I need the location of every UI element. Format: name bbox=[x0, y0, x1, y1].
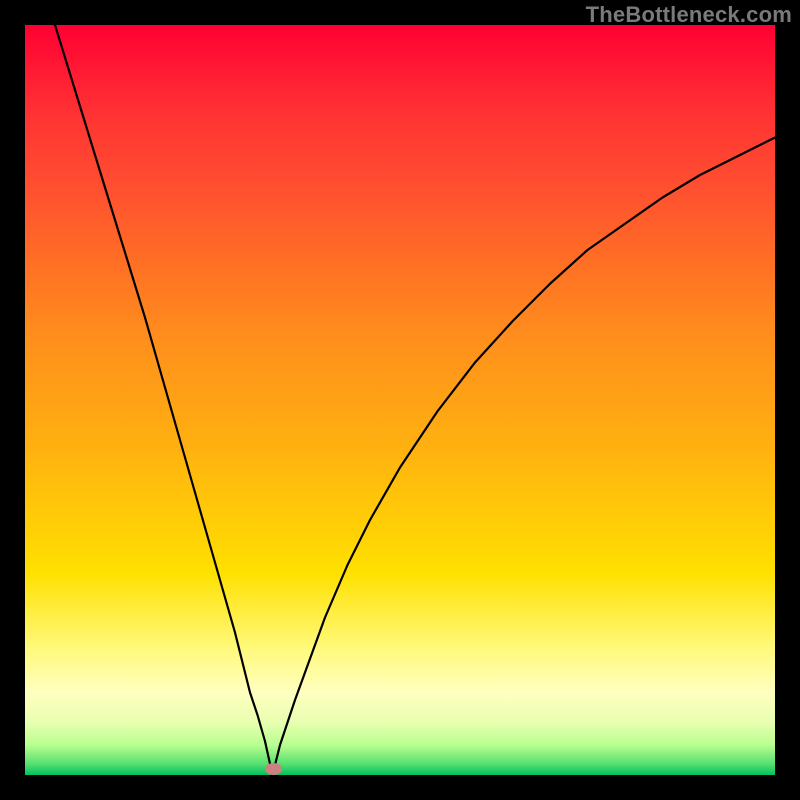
minimum-marker bbox=[265, 763, 282, 775]
bottleneck-curve bbox=[25, 25, 775, 775]
watermark-text: TheBottleneck.com bbox=[586, 2, 792, 28]
chart-frame: TheBottleneck.com bbox=[0, 0, 800, 800]
plot-area bbox=[25, 25, 775, 775]
